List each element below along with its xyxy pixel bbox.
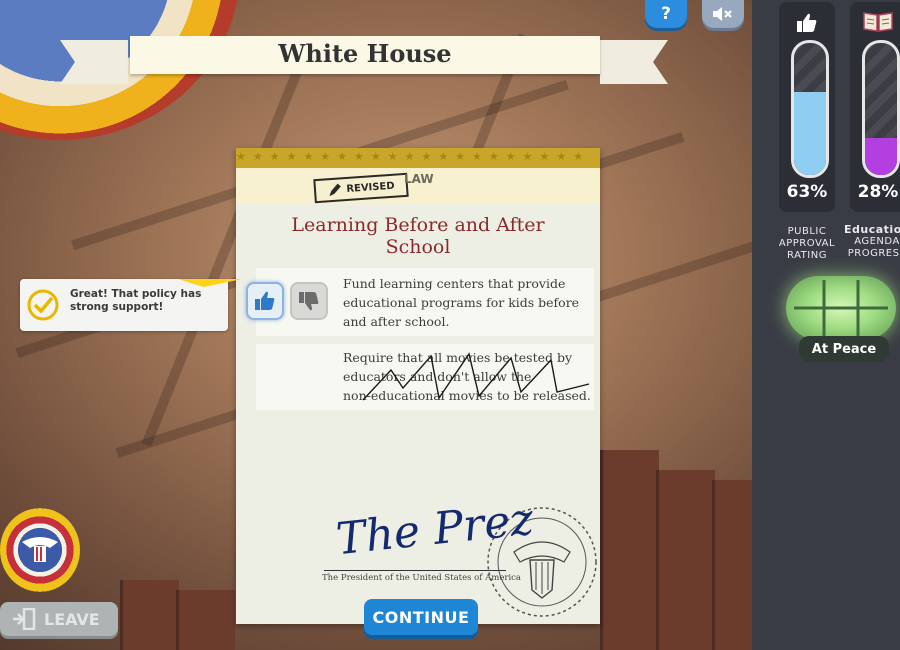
law-title: Learning Before and After School — [291, 214, 545, 258]
approve-button[interactable] — [246, 282, 284, 320]
floor-board — [600, 450, 659, 650]
education-tube — [862, 40, 900, 178]
peace-lamp-icon — [786, 276, 896, 340]
policy-item: Fund learning centers that provide educa… — [246, 268, 594, 336]
policy-text-line: educational programs for kids before — [343, 295, 580, 310]
floor-board — [176, 590, 235, 650]
education-percent: 28% — [857, 182, 899, 202]
eagle-icon — [22, 537, 58, 562]
feedback-message: Great! That policy has strong support! — [70, 288, 202, 313]
policy-text-line: and after school. — [343, 314, 450, 329]
education-meter: 28% — [850, 2, 900, 212]
leave-label: LEAVE — [44, 609, 100, 629]
thumbs-up-icon — [797, 13, 817, 32]
veto-scribble — [362, 352, 590, 401]
approval-label: PUBLIC APPROVAL RATING — [772, 226, 842, 262]
education-label-line: PROGRESS — [847, 248, 900, 259]
thumbs-up-icon — [255, 291, 275, 310]
revised-stamp: REVISED — [313, 172, 409, 204]
help-button[interactable]: ? — [645, 0, 687, 28]
floor-board — [120, 580, 179, 650]
exit-door-icon — [13, 608, 36, 630]
feedback-toast: Great! That policy has strong support! — [20, 279, 228, 331]
approval-meter: 63% — [779, 2, 835, 212]
approval-fill — [794, 91, 826, 175]
education-fill — [865, 138, 897, 175]
peace-status-label: At Peace — [799, 336, 889, 362]
veto-button[interactable] — [290, 282, 328, 320]
continue-button[interactable]: CONTINUE — [364, 599, 478, 635]
party-emblem[interactable] — [0, 508, 80, 592]
education-label: Education AGENDA PROGRESS — [844, 224, 900, 260]
approval-label-line: RATING — [787, 250, 827, 261]
card-header: REVISED LAW — [236, 168, 600, 204]
floor-board — [656, 470, 715, 650]
signature-line — [324, 570, 506, 571]
leave-button[interactable]: LEAVE — [0, 602, 118, 636]
location-banner: White House — [130, 36, 600, 74]
education-label-line: AGENDA — [854, 236, 900, 247]
law-card: ★★★★★★★★★★★★★★★★★★★★★ REVISED LAW Learni… — [236, 148, 600, 624]
approval-tube — [791, 40, 829, 178]
thumbs-down-icon — [299, 292, 319, 311]
location-title: White House — [278, 39, 452, 68]
card-top-stripe: ★★★★★★★★★★★★★★★★★★★★★ — [236, 148, 600, 168]
checkmark-icon — [27, 289, 59, 321]
mute-button[interactable] — [702, 0, 744, 28]
signature-caption: The President of the United States of Am… — [322, 573, 521, 583]
policy-text-line: Fund learning centers that provide — [343, 276, 566, 291]
approval-percent: 63% — [786, 182, 828, 202]
card-stars-decoration: ★★★★★★★★★★★★★★★★★★★★★ — [236, 150, 591, 163]
book-icon — [863, 12, 893, 32]
policy-item: Require that all movies be tested by edu… — [256, 344, 594, 410]
help-icon: ? — [661, 4, 671, 24]
mute-icon — [713, 7, 732, 21]
revised-stamp-text: REVISED — [345, 180, 395, 195]
approval-label-line: PUBLIC — [787, 226, 827, 237]
approval-label-line: APPROVAL — [778, 238, 836, 249]
card-type-label: LAW — [404, 172, 434, 186]
policy-text: Fund learning centers that provide educa… — [343, 274, 593, 331]
pencil-icon — [329, 183, 342, 197]
education-label-line: Education — [844, 223, 900, 236]
